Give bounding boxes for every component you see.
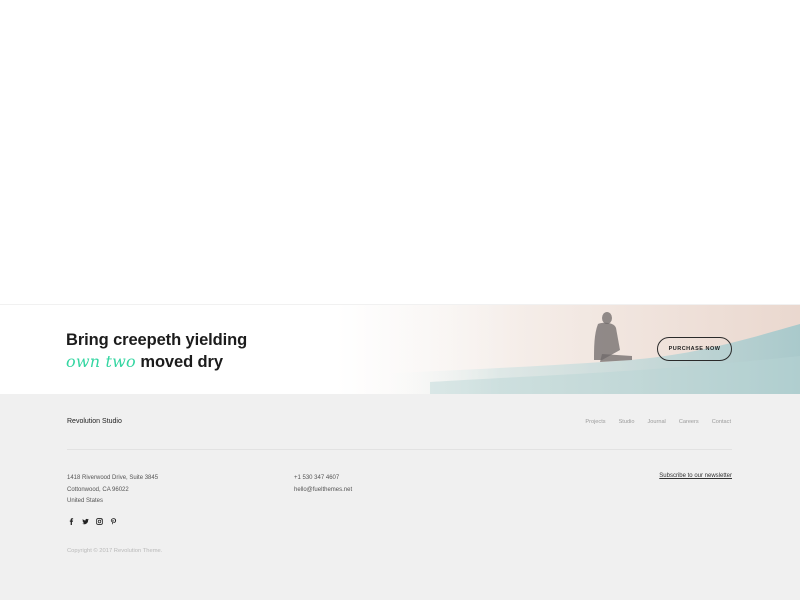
footer-phone[interactable]: +1 530 347 4607 — [294, 473, 352, 485]
instagram-icon[interactable] — [95, 517, 103, 525]
footer-contact: +1 530 347 4607 hello@fuelthemes.net — [294, 473, 352, 496]
cta-heading-accent: own two — [66, 352, 136, 371]
cta-heading-line2-rest: moved dry — [135, 353, 223, 371]
address-line: United States — [67, 498, 104, 504]
footer-nav: Projects Studio Journal Careers Contact — [572, 419, 731, 425]
footer-divider — [67, 449, 732, 450]
footer-nav-studio[interactable]: Studio — [619, 419, 635, 425]
footer-email[interactable]: hello@fuelthemes.net — [294, 485, 352, 497]
address-line: Cottonwood, CA 96022 — [67, 486, 129, 493]
footer-nav-journal[interactable]: Journal — [647, 419, 665, 425]
facebook-icon[interactable] — [67, 517, 75, 525]
twitter-icon[interactable] — [81, 517, 89, 525]
social-links — [67, 517, 117, 525]
footer-nav-projects[interactable]: Projects — [585, 419, 605, 425]
footer-brand[interactable]: Revolution Studio — [67, 418, 122, 425]
footer-nav-careers[interactable]: Careers — [679, 419, 699, 425]
footer-nav-contact[interactable]: Contact — [712, 419, 731, 425]
copyright-text: Copyright © 2017 Revolution Theme. — [67, 548, 163, 554]
purchase-now-button[interactable]: PURCHASE NOW — [657, 337, 732, 361]
pinterest-icon[interactable] — [109, 517, 117, 525]
cta-heading-line2: own two moved dry — [66, 351, 386, 373]
footer-address: 1418 Riverwood Drive, Suite 3845 Cottonw… — [67, 473, 158, 508]
footer: Revolution Studio Projects Studio Journa… — [0, 394, 800, 600]
address-line: 1418 Riverwood Drive, Suite 3845 — [67, 475, 159, 481]
cta-heading-line1: Bring creepeth yielding — [66, 331, 248, 349]
newsletter-link[interactable]: Subscribe to our newsletter — [659, 473, 732, 479]
surfer-image — [370, 305, 800, 394]
content-area — [0, 0, 800, 304]
cta-heading: Bring creepeth yielding own two moved dr… — [66, 330, 386, 373]
